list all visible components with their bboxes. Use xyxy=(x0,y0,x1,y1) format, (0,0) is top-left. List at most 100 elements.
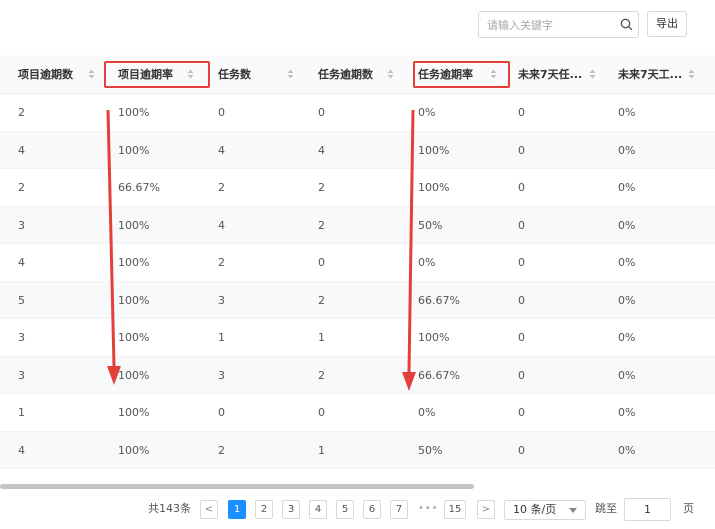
table-cell: 0 xyxy=(518,406,525,419)
table-cell: 0 xyxy=(518,368,525,382)
table-cell: 2 xyxy=(218,256,225,269)
column-header-6[interactable]: 未来7天任... xyxy=(518,55,582,94)
table-cell: 4 xyxy=(318,143,325,157)
table-cell: 0% xyxy=(618,143,636,157)
table-cell: 5 xyxy=(18,293,25,307)
sort-icon[interactable] xyxy=(88,68,95,80)
table-cell: 0 xyxy=(318,406,325,419)
table-cell: 3 xyxy=(18,331,25,344)
table-cell: 1 xyxy=(318,331,325,344)
page-button-5[interactable]: 5 xyxy=(336,500,354,519)
table-cell: 0 xyxy=(518,256,525,269)
table-cell: 0% xyxy=(418,256,436,269)
page-button-last[interactable]: 15 xyxy=(444,500,466,519)
table-cell: 2 xyxy=(18,106,25,119)
chevron-down-icon xyxy=(569,508,577,513)
table-cell: 0 xyxy=(518,443,525,457)
table-cell: 0 xyxy=(518,331,525,344)
table-cell: 4 xyxy=(18,143,25,157)
table-cell: 1 xyxy=(18,406,25,419)
next-page-button[interactable]: > xyxy=(477,500,495,519)
page-button-3[interactable]: 3 xyxy=(282,500,300,519)
export-button[interactable]: 导出 xyxy=(647,11,687,37)
table-cell: 0 xyxy=(218,406,225,419)
table-row[interactable]: 2 100% 0 0 0% 0 0% xyxy=(0,94,715,132)
table-row[interactable]: 3 100% 4 2 50% 0 0% xyxy=(0,206,715,244)
sort-icon[interactable] xyxy=(688,68,695,80)
table-cell: 1 xyxy=(218,331,225,344)
table-cell: 2 xyxy=(318,181,325,194)
table-cell: 100% xyxy=(118,293,150,307)
table-cell: 100% xyxy=(418,331,450,344)
table-row[interactable]: 4 100% 2 1 50% 0 0% xyxy=(0,431,715,469)
column-header-4[interactable]: 任务逾期数 xyxy=(318,55,373,94)
table-cell: 100% xyxy=(118,331,150,344)
page-unit-label: 页 xyxy=(683,502,694,515)
table-cell: 0% xyxy=(618,106,636,119)
page-size-select[interactable]: 10 条/页 xyxy=(504,500,586,520)
table-cell: 0 xyxy=(318,256,325,269)
table-row[interactable]: 3 100% 3 2 66.67% 0 0% xyxy=(0,356,715,394)
table-cell: 100% xyxy=(118,256,150,269)
table-cell: 0 xyxy=(518,218,525,232)
table-cell: 66.67% xyxy=(418,368,460,382)
table-cell: 100% xyxy=(118,218,150,232)
column-header-1[interactable]: 项目逾期数 xyxy=(18,55,73,94)
table-cell: 3 xyxy=(18,218,25,232)
table-cell: 4 xyxy=(18,443,25,457)
table-cell: 3 xyxy=(218,293,225,307)
pagination: 共143条 < 1234567 ••• 15 > 10 条/页 跳至 页 xyxy=(0,496,715,526)
table-cell: 0 xyxy=(318,106,325,119)
table-cell: 0% xyxy=(618,443,636,457)
jump-page-input[interactable] xyxy=(624,498,671,521)
search-input[interactable] xyxy=(487,16,612,34)
table-cell: 2 xyxy=(218,443,225,457)
sort-icon[interactable] xyxy=(287,68,294,80)
table-cell: 0% xyxy=(618,256,636,269)
column-header-3[interactable]: 任务数 xyxy=(218,55,251,94)
table-cell: 0% xyxy=(418,406,436,419)
table-cell: 100% xyxy=(418,181,450,194)
sort-icon[interactable] xyxy=(589,68,596,80)
table-cell: 2 xyxy=(18,181,25,194)
search-box[interactable] xyxy=(478,11,639,38)
table-cell: 0% xyxy=(418,106,436,119)
table-row[interactable]: 5 100% 3 2 66.67% 0 0% xyxy=(0,281,715,319)
table-cell: 50% xyxy=(418,218,443,232)
table-row[interactable]: 3 100% 1 1 100% 0 0% xyxy=(0,319,715,357)
sort-icon[interactable] xyxy=(387,68,394,80)
page-button-6[interactable]: 6 xyxy=(363,500,381,519)
search-icon[interactable] xyxy=(620,18,633,31)
horizontal-scrollbar[interactable] xyxy=(0,484,474,489)
table-cell: 0% xyxy=(618,331,636,344)
page-button-4[interactable]: 4 xyxy=(309,500,327,519)
jump-label: 跳至 xyxy=(595,502,617,515)
table-row[interactable]: 2 66.67% 2 2 100% 0 0% xyxy=(0,169,715,207)
table-row[interactable]: 4 100% 4 4 100% 0 0% xyxy=(0,131,715,169)
toolbar: 导出 xyxy=(0,0,715,48)
table-cell: 1 xyxy=(318,443,325,457)
total-count: 共143条 xyxy=(148,502,191,515)
table-row[interactable]: 4 100% 2 0 0% 0 0% xyxy=(0,244,715,282)
table-cell: 0% xyxy=(618,218,636,232)
table-cell: 100% xyxy=(418,143,450,157)
table-cell: 4 xyxy=(218,143,225,157)
table-cell: 2 xyxy=(318,293,325,307)
table-cell: 0% xyxy=(618,368,636,382)
page-button-7[interactable]: 7 xyxy=(390,500,408,519)
table-cell: 66.67% xyxy=(118,181,160,194)
page-button-2[interactable]: 2 xyxy=(255,500,273,519)
table-cell: 4 xyxy=(218,218,225,232)
page-button-1[interactable]: 1 xyxy=(228,500,246,519)
prev-page-button[interactable]: < xyxy=(200,500,218,519)
pagination-ellipsis[interactable]: ••• xyxy=(418,500,439,518)
table-cell: 0% xyxy=(618,293,636,307)
table-cell: 100% xyxy=(118,143,150,157)
table-cell: 0% xyxy=(618,181,636,194)
column-header-7[interactable]: 未来7天工... xyxy=(618,55,682,94)
table-cell: 100% xyxy=(118,106,150,119)
table-cell: 2 xyxy=(218,181,225,194)
highlight-box-task-overdue-rate xyxy=(413,61,510,88)
table-cell: 100% xyxy=(118,443,150,457)
table-row[interactable]: 1 100% 0 0 0% 0 0% xyxy=(0,394,715,432)
